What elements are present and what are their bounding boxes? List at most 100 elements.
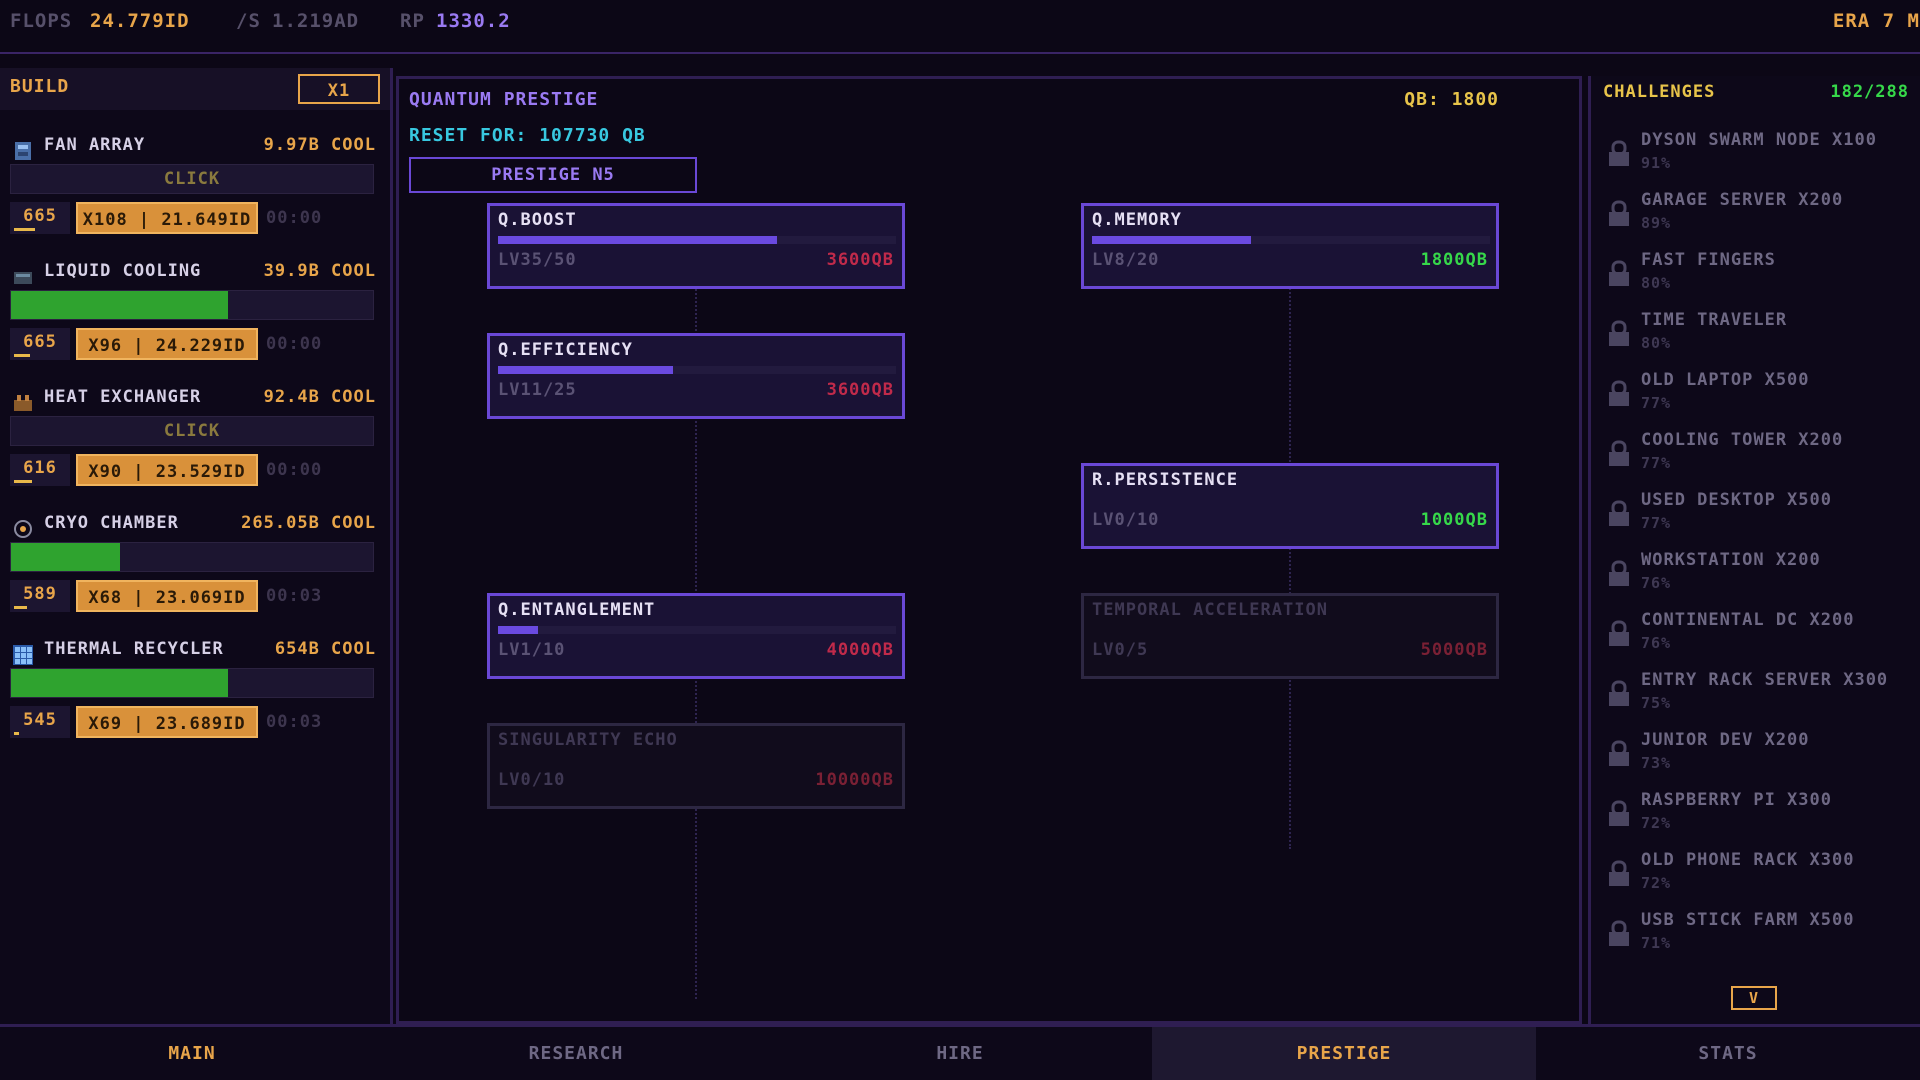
buy-multiplier-button[interactable]: X1 [298, 74, 380, 104]
qb-balance: QB: 1800 [1404, 89, 1499, 110]
building-row: HEAT EXCHANGER 92.4B COOL CLICK 616 X90 | 23… [0, 378, 390, 504]
upgrade-node[interactable]: Q.MEMORY LV8/20 1800QB [1081, 203, 1499, 289]
challenges-count: 182/288 [1830, 82, 1909, 102]
challenge-item[interactable]: OLD PHONE RACK X300 72% [1607, 850, 1917, 906]
upgrade-name: Q.MEMORY [1092, 210, 1182, 230]
buy-button[interactable]: X69 | 23.689ID [76, 706, 258, 738]
tab-prestige[interactable]: PRESTIGE [1152, 1027, 1536, 1080]
flops-value: 24.779ID [90, 10, 190, 32]
buy-button[interactable]: X96 | 24.229ID [76, 328, 258, 360]
building-name: FAN ARRAY [44, 135, 146, 155]
challenge-item[interactable]: CONTINENTAL DC X200 76% [1607, 610, 1917, 666]
production-fill [11, 669, 229, 697]
challenge-name: WORKSTATION X200 [1641, 550, 1821, 570]
tab-main[interactable]: MAIN [0, 1027, 384, 1080]
owned-count-text: 545 [23, 710, 57, 730]
build-header: BUILD X1 [0, 68, 390, 110]
challenge-progress: 72% [1641, 874, 1672, 892]
reset-reward: RESET FOR: 107730 QB [409, 125, 646, 146]
building-row: LIQUID COOLING 39.9B COOL 665 X96 | 24.229I… [0, 252, 390, 378]
cycle-timer: 00:00 [266, 334, 323, 354]
upgrade-progress-bar [498, 236, 896, 244]
challenge-name: DYSON SWARM NODE X100 [1641, 130, 1877, 150]
challenge-progress: 73% [1641, 754, 1672, 772]
challenge-name: ENTRY RACK SERVER X300 [1641, 670, 1889, 690]
upgrade-progress-bar [498, 626, 896, 634]
building-name: HEAT EXCHANGER [44, 387, 202, 407]
challenge-name: OLD LAPTOP X500 [1641, 370, 1810, 390]
rp-label: RP [400, 10, 425, 32]
challenge-progress: 77% [1641, 514, 1672, 532]
upgrade-level: LV1/10 [498, 640, 566, 660]
upgrade-name: Q.ENTANGLEMENT [498, 600, 656, 620]
lock-icon [1607, 560, 1631, 588]
challenge-item[interactable]: GARAGE SERVER X200 89% [1607, 190, 1917, 246]
upgrade-progress-fill [1092, 236, 1252, 244]
upgrade-cost: 5000QB [1420, 640, 1488, 660]
upgrade-node[interactable]: Q.BOOST LV35/50 3600QB [487, 203, 905, 289]
upgrade-progress-bar [498, 366, 896, 374]
challenge-progress: 76% [1641, 634, 1672, 652]
top-stats-bar: FLOPS 24.779ID /S 1.219AD RP 1330.2 ERA … [0, 0, 1920, 54]
challenge-progress: 72% [1641, 814, 1672, 832]
upgrade-level: LV11/25 [498, 380, 577, 400]
upgrade-node[interactable]: R.PERSISTENCE LV0/10 1000QB [1081, 463, 1499, 549]
building-name: CRYO CHAMBER [44, 513, 179, 533]
upgrade-node[interactable]: SINGULARITY ECHO LV0/10 10000QB [487, 723, 905, 809]
challenge-item[interactable]: JUNIOR DEV X200 73% [1607, 730, 1917, 786]
building-name: LIQUID COOLING [44, 261, 202, 281]
tab-hire[interactable]: HIRE [768, 1027, 1152, 1080]
upgrade-name: R.PERSISTENCE [1092, 470, 1239, 490]
challenge-item[interactable]: TIME TRAVELER 80% [1607, 310, 1917, 366]
upgrade-cost: 1000QB [1420, 510, 1488, 530]
tab-research[interactable]: RESEARCH [384, 1027, 768, 1080]
challenge-name: OLD PHONE RACK X300 [1641, 850, 1855, 870]
click-button[interactable]: CLICK [10, 164, 374, 194]
upgrade-node[interactable]: Q.ENTANGLEMENT LV1/10 4000QB [487, 593, 905, 679]
click-button[interactable]: CLICK [10, 416, 374, 446]
buy-button[interactable]: X108 | 21.649ID [76, 202, 258, 234]
challenge-name: COOLING TOWER X200 [1641, 430, 1844, 450]
challenge-progress: 91% [1641, 154, 1672, 172]
tab-stats[interactable]: STATS [1536, 1027, 1920, 1080]
flops-label: FLOPS [10, 10, 73, 32]
fan-icon [12, 140, 34, 162]
challenge-item[interactable]: ENTRY RACK SERVER X300 75% [1607, 670, 1917, 726]
owned-count: 665 [10, 202, 70, 234]
challenge-item[interactable]: FAST FINGERS 80% [1607, 250, 1917, 306]
challenge-item[interactable]: WORKSTATION X200 76% [1607, 550, 1917, 606]
upgrade-name: SINGULARITY ECHO [498, 730, 678, 750]
upgrade-node[interactable]: Q.EFFICIENCY LV11/25 3600QB [487, 333, 905, 419]
building-cool-rate: 92.4B COOL [263, 387, 376, 407]
challenge-progress: 77% [1641, 394, 1672, 412]
challenge-item[interactable]: OLD LAPTOP X500 77% [1607, 370, 1917, 426]
challenge-item[interactable]: RASPBERRY PI X300 72% [1607, 790, 1917, 846]
challenge-item[interactable]: USED DESKTOP X500 77% [1607, 490, 1917, 546]
lock-icon [1607, 260, 1631, 288]
owned-count: 665 [10, 328, 70, 360]
owned-progress [14, 480, 33, 483]
upgrade-progress-bar [1092, 236, 1490, 244]
challenge-item[interactable]: DYSON SWARM NODE X100 91% [1607, 130, 1917, 186]
building-cool-rate: 654B COOL [274, 639, 376, 659]
scroll-down-button[interactable]: V [1731, 986, 1777, 1010]
challenge-name: JUNIOR DEV X200 [1641, 730, 1810, 750]
challenge-item[interactable]: USB STICK FARM X500 71% [1607, 910, 1917, 966]
upgrade-level: LV0/10 [1092, 510, 1160, 530]
prestige-button[interactable]: PRESTIGE N5 [409, 157, 697, 193]
building-cool-rate: 39.9B COOL [263, 261, 376, 281]
lock-icon [1607, 860, 1631, 888]
challenge-progress: 77% [1641, 454, 1672, 472]
lock-icon [1607, 140, 1631, 168]
buy-button[interactable]: X90 | 23.529ID [76, 454, 258, 486]
upgrade-node[interactable]: TEMPORAL ACCELERATION LV0/5 5000QB [1081, 593, 1499, 679]
challenge-name: USB STICK FARM X500 [1641, 910, 1855, 930]
buy-button[interactable]: X68 | 23.069ID [76, 580, 258, 612]
upgrade-progress-fill [498, 366, 674, 374]
owned-progress [14, 354, 30, 357]
challenge-item[interactable]: COOLING TOWER X200 77% [1607, 430, 1917, 486]
upgrade-cost: 3600QB [826, 380, 894, 400]
build-title: BUILD [10, 76, 70, 97]
lock-icon [1607, 320, 1631, 348]
building-row: CRYO CHAMBER 265.05B COOL 589 X68 | 23.069I… [0, 504, 390, 630]
